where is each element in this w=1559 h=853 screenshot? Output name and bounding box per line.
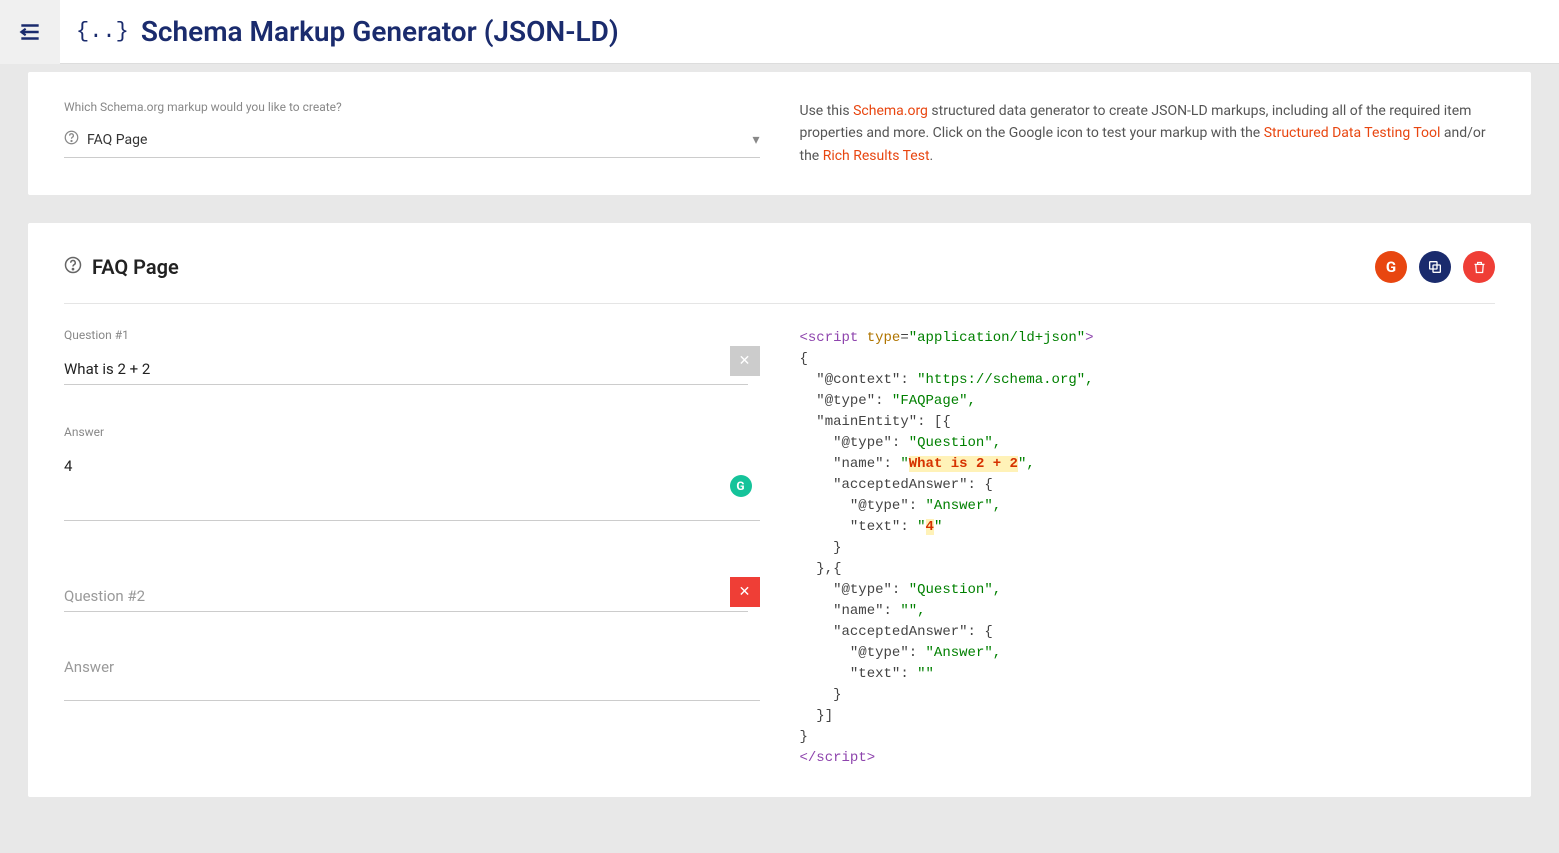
code-preview: <script type="application/ld+json"> { "@… — [800, 328, 1496, 769]
close-icon: ✕ — [739, 584, 751, 600]
select-value: FAQ Page — [87, 132, 744, 148]
logo-area: {..} Schema Markup Generator (JSON-LD) — [60, 15, 619, 48]
schema-org-link[interactable]: Schema.org — [853, 103, 928, 119]
copy-button[interactable] — [1419, 251, 1451, 283]
schema-select-card: Which Schema.org markup would you like t… — [28, 72, 1531, 195]
grammarly-icon[interactable]: G — [730, 475, 752, 497]
question-2-input[interactable] — [64, 581, 748, 612]
menu-toggle-button[interactable] — [0, 0, 60, 64]
page-title: Schema Markup Generator (JSON-LD) — [141, 15, 619, 48]
answer-2-input[interactable] — [64, 652, 760, 701]
question-1-input[interactable] — [64, 354, 748, 385]
answer-1-label: Answer — [64, 425, 760, 439]
google-test-button[interactable]: G — [1375, 251, 1407, 283]
question-circle-icon — [64, 255, 82, 279]
logo-icon: {..} — [76, 19, 129, 44]
rich-results-link[interactable]: Rich Results Test — [823, 148, 930, 164]
app-header: {..} Schema Markup Generator (JSON-LD) — [0, 0, 1559, 64]
answer-1-input[interactable] — [64, 451, 760, 521]
delete-button[interactable] — [1463, 251, 1495, 283]
trash-icon — [1472, 260, 1487, 275]
schema-select[interactable]: FAQ Page ▾ — [64, 126, 760, 158]
answer-2-block — [64, 652, 760, 705]
remove-question-1-button[interactable]: ✕ — [730, 346, 760, 376]
select-label: Which Schema.org markup would you like t… — [64, 100, 760, 114]
chevron-down-icon: ▾ — [752, 132, 759, 148]
hamburger-collapse-icon — [17, 19, 43, 45]
question-1-block: Question #1 ✕ — [64, 328, 760, 385]
google-icon: G — [1386, 258, 1396, 276]
close-icon: ✕ — [739, 353, 751, 369]
remove-question-2-button[interactable]: ✕ — [730, 577, 760, 607]
sdtt-link[interactable]: Structured Data Testing Tool — [1264, 125, 1441, 141]
question-2-block: ✕ — [64, 581, 760, 612]
description-text: Use this Schema.org structured data gene… — [800, 100, 1496, 167]
answer-1-block: Answer G — [64, 425, 760, 525]
question-circle-icon — [64, 130, 79, 149]
copy-icon — [1427, 259, 1443, 275]
question-1-label: Question #1 — [64, 328, 760, 342]
section-title: FAQ Page — [64, 255, 179, 279]
faq-editor-card: FAQ Page G Question #1 — [28, 223, 1531, 797]
